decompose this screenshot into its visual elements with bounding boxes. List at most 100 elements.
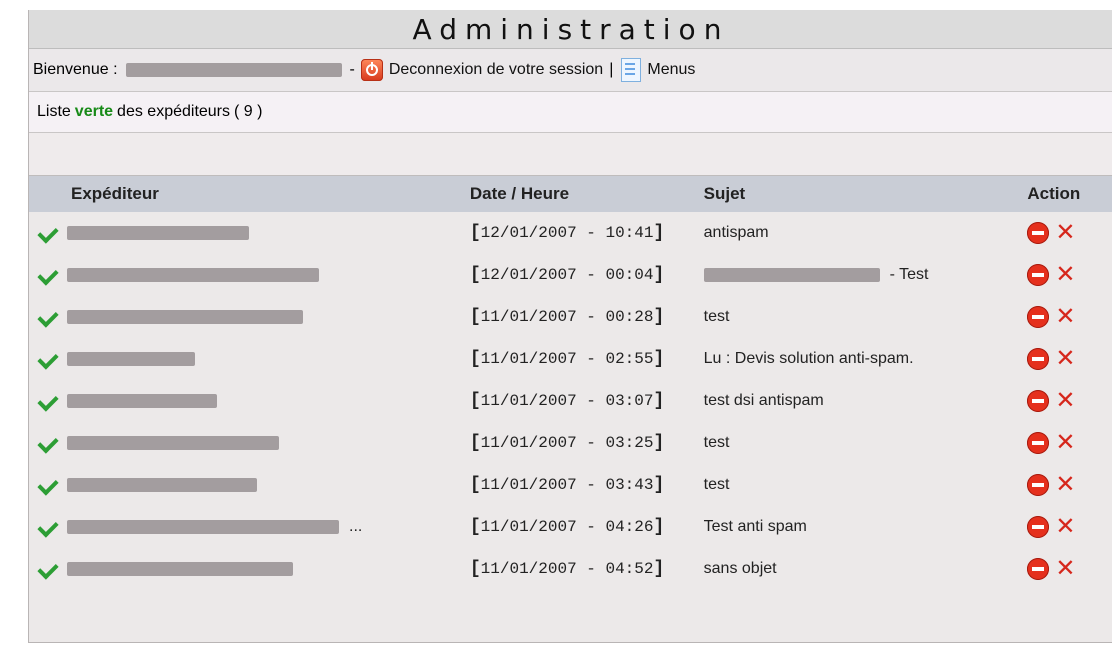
check-icon <box>37 222 59 244</box>
power-icon <box>360 59 383 81</box>
table-row: [12/01/2007 - 10:41] antispam ✕ <box>29 212 1112 254</box>
redacted-sender <box>67 310 303 324</box>
date-value: 11/01/2007 - 03:43 <box>480 476 654 494</box>
admin-frame: Administration Bienvenue : - Deconnexion… <box>28 10 1112 643</box>
date-bracket-open: [ <box>469 223 481 243</box>
delete-icon[interactable]: ✕ <box>1055 557 1075 581</box>
subject-value: sans objet <box>703 560 777 577</box>
redacted-subject <box>703 267 880 282</box>
table-header-row: Expéditeur Date / Heure Sujet Action <box>29 176 1112 212</box>
delete-icon[interactable]: ✕ <box>1055 515 1075 539</box>
date-value: 11/01/2007 - 00:28 <box>480 308 654 326</box>
list-summary: Liste verte des expéditeurs ( 9 ) <box>29 92 1112 133</box>
date-bracket-open: [ <box>469 349 481 369</box>
delete-icon[interactable]: ✕ <box>1055 221 1075 245</box>
date-bracket-close: ] <box>653 349 665 369</box>
table-row: [11/01/2007 - 00:28] test ✕ <box>29 296 1112 338</box>
date-bracket-close: ] <box>653 265 665 285</box>
redacted-sender <box>67 478 257 492</box>
check-icon <box>37 474 59 496</box>
sender-table: Expéditeur Date / Heure Sujet Action [12… <box>29 176 1112 590</box>
block-icon[interactable] <box>1027 558 1050 580</box>
block-icon[interactable] <box>1027 348 1050 370</box>
column-action: Action <box>1027 176 1112 212</box>
block-icon[interactable] <box>1027 432 1050 454</box>
table-row: [11/01/2007 - 03:07] test dsi antispam ✕ <box>29 380 1112 422</box>
welcome-label: Bienvenue : <box>33 61 118 78</box>
redacted-sender <box>67 394 217 408</box>
sender-value: ... <box>349 518 363 535</box>
redacted-sender <box>67 562 293 576</box>
block-icon[interactable] <box>1027 474 1050 496</box>
date-value: 11/01/2007 - 02:55 <box>480 350 654 368</box>
empty-toolbar <box>29 133 1112 176</box>
check-icon <box>37 348 59 370</box>
date-bracket-open: [ <box>469 475 481 495</box>
date-bracket-open: [ <box>469 559 481 579</box>
delete-icon[interactable]: ✕ <box>1055 263 1075 287</box>
subject-value: test <box>703 434 730 451</box>
date-value: 11/01/2007 - 03:25 <box>480 434 654 452</box>
subject-value: Test anti spam <box>703 518 807 535</box>
column-sender: Expéditeur <box>29 176 470 212</box>
table-row: [12/01/2007 - 00:04] - Test ✕ <box>29 254 1112 296</box>
date-bracket-close: ] <box>653 517 665 537</box>
subject-value: antispam <box>703 224 769 241</box>
date-bracket-open: [ <box>469 391 481 411</box>
date-bracket-close: ] <box>653 307 665 327</box>
redacted-sender <box>67 352 195 366</box>
check-icon <box>37 390 59 412</box>
delete-icon[interactable]: ✕ <box>1055 305 1075 329</box>
check-icon <box>37 558 59 580</box>
delete-icon[interactable]: ✕ <box>1055 347 1075 371</box>
date-bracket-close: ] <box>653 559 665 579</box>
block-icon[interactable] <box>1027 264 1050 286</box>
check-icon <box>37 432 59 454</box>
check-icon <box>37 306 59 328</box>
redacted-sender <box>67 520 339 534</box>
menus-link[interactable]: Menus <box>647 61 695 79</box>
date-bracket-open: [ <box>469 517 481 537</box>
table-row: [11/01/2007 - 02:55] Lu : Devis solution… <box>29 338 1112 380</box>
check-icon <box>37 516 59 538</box>
document-icon <box>621 58 642 82</box>
date-bracket-open: [ <box>469 265 481 285</box>
subject-value: - Test <box>889 266 929 283</box>
date-value: 12/01/2007 - 00:04 <box>480 266 654 284</box>
date-value: 11/01/2007 - 04:52 <box>480 560 654 578</box>
date-bracket-close: ] <box>653 223 665 243</box>
redacted-sender <box>67 436 279 450</box>
list-prefix: Liste <box>37 103 71 120</box>
date-value: 12/01/2007 - 10:41 <box>480 224 654 242</box>
redacted-sender <box>67 268 319 282</box>
block-icon[interactable] <box>1027 306 1050 328</box>
delete-icon[interactable]: ✕ <box>1055 473 1075 497</box>
list-highlight: verte <box>74 103 114 120</box>
welcome-bar: Bienvenue : - Deconnexion de votre sessi… <box>29 49 1112 92</box>
table-row: [11/01/2007 - 04:52] sans objet ✕ <box>29 548 1112 590</box>
block-icon[interactable] <box>1027 222 1050 244</box>
logout-link[interactable]: Deconnexion de votre session <box>389 61 603 79</box>
redacted-username <box>125 63 342 77</box>
menu-separator: | <box>609 61 614 78</box>
date-bracket-close: ] <box>653 475 665 495</box>
delete-icon[interactable]: ✕ <box>1055 389 1075 413</box>
table-row: [11/01/2007 - 03:25] test ✕ <box>29 422 1112 464</box>
column-date: Date / Heure <box>469 176 704 212</box>
page-title: Administration <box>29 10 1112 49</box>
list-count: ( 9 ) <box>234 103 263 120</box>
date-bracket-close: ] <box>653 433 665 453</box>
table-row: ... [11/01/2007 - 04:26] Test anti spam … <box>29 506 1112 548</box>
block-icon[interactable] <box>1027 390 1050 412</box>
list-suffix: des expéditeurs <box>117 103 231 120</box>
welcome-dash: - <box>349 61 355 78</box>
block-icon[interactable] <box>1027 516 1050 538</box>
check-icon <box>37 264 59 286</box>
subject-value: Lu : Devis solution anti-spam. <box>703 350 914 367</box>
date-value: 11/01/2007 - 03:07 <box>480 392 654 410</box>
delete-icon[interactable]: ✕ <box>1055 431 1075 455</box>
subject-value: test <box>703 308 730 325</box>
date-bracket-close: ] <box>653 391 665 411</box>
subject-value: test dsi antispam <box>703 392 824 409</box>
date-bracket-open: [ <box>469 307 481 327</box>
